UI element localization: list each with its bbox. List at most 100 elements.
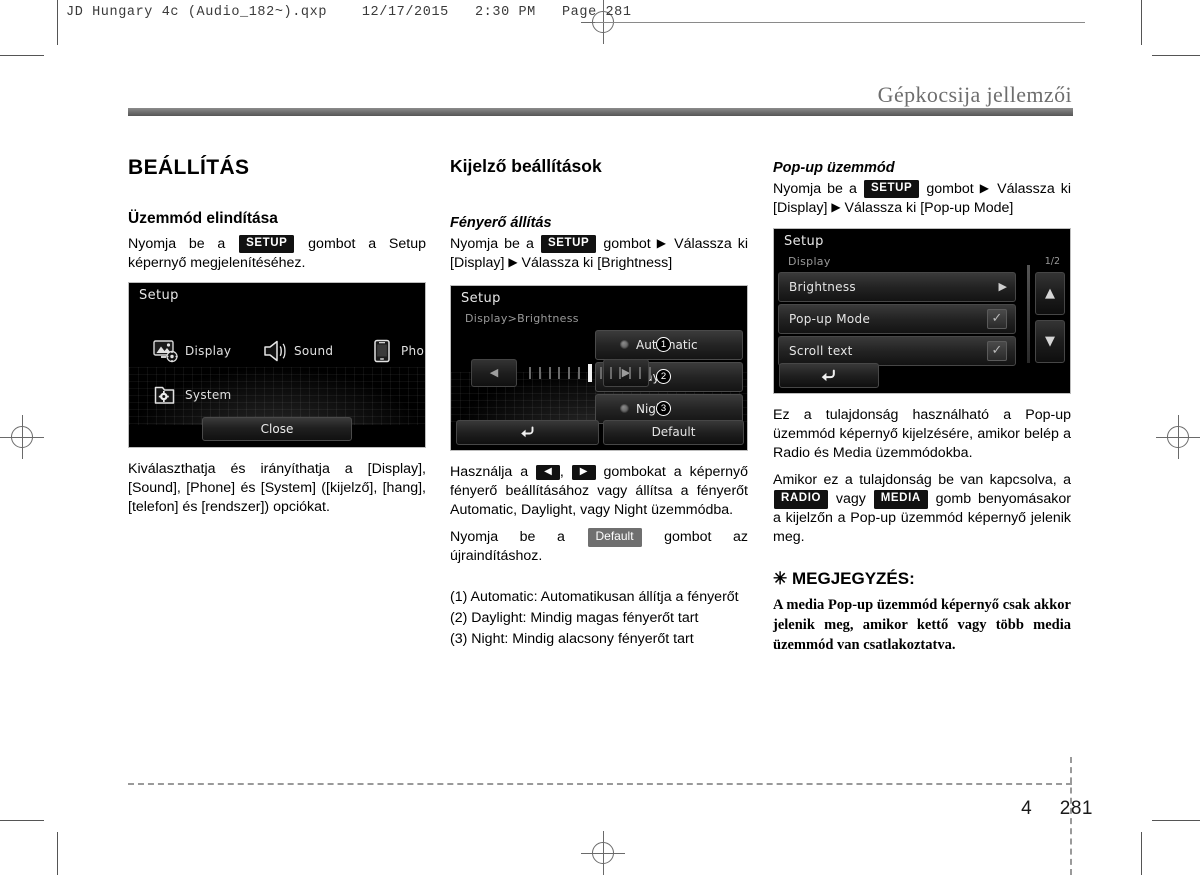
back-arrow-icon <box>821 369 835 381</box>
checkbox-checked-icon[interactable]: ✓ <box>987 340 1007 361</box>
text-rm-pre: Amikor ez a tulajdonság be van kapcsolva… <box>773 472 1071 489</box>
text-path-post2: Válassza ki [Brightness] <box>521 254 673 271</box>
paragraph-brightness-path: Nyomja be a SETUP gombot ▶ Válassza ki [… <box>450 235 748 273</box>
slider-tick <box>639 366 642 379</box>
text-path-post2: Válassza ki [Pop-up Mode] <box>844 199 1014 216</box>
crop-mark-bottom-left-vertical <box>57 832 58 875</box>
registration-mark-left <box>0 415 44 459</box>
text-rm-mid: vagy <box>835 491 866 508</box>
slider-tick <box>558 366 561 379</box>
path-arrow-icon: ▶ <box>979 181 992 195</box>
path-arrow-icon: ▶ <box>656 236 669 250</box>
screen-title: Setup <box>139 287 179 303</box>
left-arrow-button-icon: ◀ <box>536 464 560 480</box>
page-title: BEÁLLÍTÁS <box>128 156 250 179</box>
chevron-right-icon: ▶ <box>998 280 1007 294</box>
brightness-decrease-button[interactable]: ◀ <box>471 358 517 387</box>
text-path-mid: gombot <box>926 181 974 197</box>
menu-item-sound[interactable]: Sound <box>262 339 333 363</box>
slider-tick <box>548 366 551 379</box>
paragraph-setup-intro: Nyomja be a SETUP gombot a Setup képerny… <box>128 235 426 273</box>
right-arrow-button-icon: ▶ <box>571 464 596 480</box>
column-one: BEÁLLÍTÁS Üzemmód elindítása Nyomja be a… <box>128 156 426 516</box>
radio-dot-icon <box>620 340 629 350</box>
column-two: Kijelző beállítások Fényerő állítás Nyom… <box>450 156 748 651</box>
folder-gear-icon <box>153 383 179 407</box>
paragraph-default-reset: Nyomja be a Default gombot az újraindítá… <box>450 528 748 566</box>
note-title: ✳ MEGJEGYZÉS: <box>773 568 915 588</box>
slider-thumb[interactable] <box>587 363 592 382</box>
menu-item-system[interactable]: System <box>153 383 232 407</box>
screen-title: Setup <box>784 233 824 249</box>
chip-default: Default <box>587 528 642 548</box>
slider-tick <box>609 366 612 379</box>
registration-mark-right <box>1156 415 1200 459</box>
menu-item-sound-label: Sound <box>294 343 334 358</box>
slider-tick <box>578 366 581 379</box>
text-default-pre: Nyomja be a <box>450 529 565 546</box>
crop-mark-bottom-left-horizontal <box>0 820 44 821</box>
paragraph-popup-path: Nyomja be a SETUP gombot ▶ Válassza ki [… <box>773 180 1071 218</box>
caption-setup-options: Kiválaszthatja és irányíthatja a [Displa… <box>128 460 426 515</box>
text-usage-pre: Használja a <box>450 463 529 480</box>
list-row-popup-mode-label: Pop-up Mode <box>789 311 871 326</box>
list-row-scroll-text-label: Scroll text <box>789 343 853 358</box>
text-path-pre: Nyomja be a <box>450 236 534 252</box>
footer-dashed-rule <box>128 783 1072 785</box>
paragraph-brightness-usage: Használja a ◀, ▶ gombokat a képernyő fén… <box>450 463 748 520</box>
subsection-title-brightness: Fényerő állítás <box>450 215 552 231</box>
path-arrow-icon: ▶ <box>508 254 518 269</box>
scrollbar-rail[interactable] <box>1027 264 1030 363</box>
list-row-scroll-text[interactable]: Scroll text ✓ <box>778 335 1016 366</box>
slider-tick <box>599 366 602 379</box>
section-title-display-settings: Kijelző beállítások <box>450 156 602 176</box>
list-row-brightness-label: Brightness <box>789 279 856 294</box>
crop-mark-bottom-right-vertical <box>1141 832 1142 875</box>
default-button[interactable]: Default <box>603 419 744 445</box>
back-button[interactable] <box>779 362 879 388</box>
list-row-popup-mode[interactable]: Pop-up Mode ✓ <box>778 303 1016 334</box>
brightness-slider[interactable] <box>529 362 651 384</box>
chip-media: MEDIA <box>873 490 928 509</box>
back-button[interactable] <box>456 419 599 445</box>
checkbox-checked-icon[interactable]: ✓ <box>987 308 1007 329</box>
screen-title: Setup <box>461 290 501 306</box>
menu-item-display[interactable]: Display <box>153 339 231 363</box>
crop-mark-top-left-horizontal <box>0 55 44 56</box>
chip-setup: SETUP <box>239 235 295 254</box>
crop-mark-top-right-vertical <box>1141 0 1142 45</box>
scroll-up-button[interactable]: ▲ <box>1035 271 1065 315</box>
registration-mark-bottom <box>581 831 625 875</box>
menu-item-phone[interactable]: Phone <box>369 339 425 363</box>
callout-1: 1 <box>656 336 671 352</box>
running-head-bar <box>128 108 1073 116</box>
screenshot-setup-menu: Setup Display Sound Pho System Close <box>128 281 426 448</box>
footer-page-value: 281 <box>1059 798 1093 819</box>
screenshot-display-list: Setup Display 1/2 Brightness ▶ Pop-up Mo… <box>773 227 1071 394</box>
text-usage-comma: , <box>559 463 564 480</box>
path-arrow-icon: ▶ <box>831 199 841 214</box>
list-row-brightness[interactable]: Brightness ▶ <box>778 271 1016 302</box>
screen-page-indicator: 1/2 <box>1044 255 1060 267</box>
footer-page-number: 4 281 <box>1021 798 1093 820</box>
list-item: (3) Night: Mindig alacsony fényerőt tart <box>450 630 694 647</box>
screenshot-brightness: Setup Display>Brightness Automatic 1 Day… <box>450 284 748 451</box>
chip-setup: SETUP <box>863 180 920 199</box>
footer-chapter-number: 4 <box>1021 798 1033 819</box>
chip-setup: SETUP <box>540 235 597 254</box>
text-path-mid: gombot <box>603 236 651 252</box>
list-item: (2) Daylight: Mindig magas fényerőt tart <box>450 610 699 627</box>
slider-tick <box>648 366 651 379</box>
subsection-title-popup-mode: Pop-up üzemmód <box>773 160 895 176</box>
crop-mark-bottom-right-horizontal <box>1152 820 1200 821</box>
subsection-title-mode-start: Üzemmód elindítása <box>128 210 278 227</box>
prepress-header-text: JD Hungary 4c (Audio_182~).qxp 12/17/201… <box>66 5 632 20</box>
scroll-down-button[interactable]: ▼ <box>1035 319 1065 363</box>
paragraph-popup-description: Ez a tulajdonság használható a Pop-up üz… <box>773 406 1071 461</box>
list-item: (1) Automatic: Automatikusan állítja a f… <box>450 589 739 606</box>
note-body: A media Pop-up üzemmód képernyő csak akk… <box>773 596 1071 653</box>
close-button[interactable]: Close <box>202 416 352 441</box>
paragraph-popup-radio-media: Amikor ez a tulajdonság be van kapcsolva… <box>773 471 1071 547</box>
menu-item-display-label: Display <box>185 343 232 358</box>
callout-2: 2 <box>656 368 671 384</box>
